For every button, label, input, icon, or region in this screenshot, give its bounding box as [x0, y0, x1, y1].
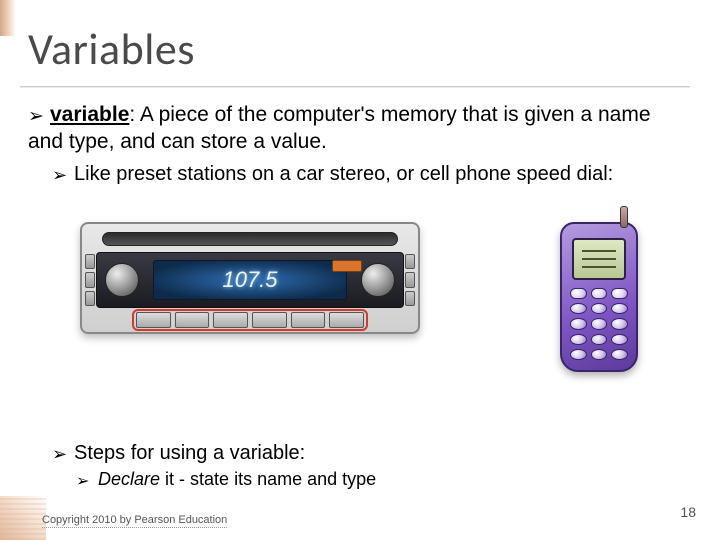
stereo-cd-slot: [102, 232, 398, 246]
stereo-preset-button: [291, 312, 326, 328]
term-variable: variable: [50, 103, 129, 126]
stereo-preset-row: [136, 312, 364, 328]
phone-key: [591, 334, 608, 345]
declare-mid: it: [160, 469, 174, 489]
stereo-knob-right: [361, 263, 395, 297]
phone-nav-key: [611, 288, 628, 299]
phone-key: [570, 303, 587, 314]
copyright-footer: Copyright 2010 by Pearson Education: [42, 514, 227, 528]
analogy-text: Like preset stations on a car stereo, or…: [74, 163, 613, 185]
phone-screen: [572, 238, 626, 280]
bullet-glyph: ➢: [52, 444, 74, 465]
phone-key: [591, 318, 608, 329]
steps-block: ➢Steps for using a variable: ➢Declare it…: [28, 438, 690, 492]
cell-phone-illustration: [560, 222, 638, 372]
declare-rest: - state its name and type: [174, 469, 376, 489]
bullet-steps: ➢Steps for using a variable:: [52, 442, 690, 465]
phone-nav-key: [591, 288, 608, 299]
phone-key: [570, 318, 587, 329]
bullet-variable-def: ➢variable: A piece of the computer's mem…: [28, 102, 690, 156]
stereo-preset-button: [213, 312, 248, 328]
phone-key: [611, 318, 628, 329]
phone-nav-key: [570, 288, 587, 299]
accent-top-left: [0, 0, 16, 36]
stereo-knob-left: [105, 263, 139, 297]
stereo-preset-button: [136, 312, 171, 328]
bullet-glyph: ➢: [76, 471, 98, 491]
page-number: 18: [680, 504, 696, 520]
stereo-display: 107.5: [153, 260, 347, 300]
bullet-analogy: ➢Like preset stations on a car stereo, o…: [52, 162, 690, 188]
title-rule: [20, 86, 690, 87]
bullet-glyph: ➢: [28, 105, 50, 129]
phone-antenna: [620, 206, 628, 228]
phone-key: [570, 349, 587, 360]
phone-key: [591, 349, 608, 360]
stereo-preset-button: [329, 312, 364, 328]
phone-keypad: [570, 288, 628, 360]
declare-emph: Declare: [98, 469, 160, 489]
stereo-left-keys: [85, 254, 95, 306]
stereo-right-keys: [405, 254, 415, 306]
phone-key: [591, 303, 608, 314]
phone-key: [611, 334, 628, 345]
phone-key: [611, 349, 628, 360]
steps-text: Steps for using a variable:: [74, 442, 305, 464]
accent-bottom-left: [0, 496, 46, 540]
stereo-frequency: 107.5: [222, 267, 277, 293]
phone-key: [570, 334, 587, 345]
stereo-preset-button: [175, 312, 210, 328]
car-stereo-illustration: 107.5: [80, 222, 420, 334]
stereo-orange-button: [332, 260, 362, 272]
body-text: ➢variable: A piece of the computer's mem…: [28, 102, 690, 191]
slide-title: Variables: [28, 22, 195, 76]
bullet-glyph: ➢: [52, 164, 74, 187]
slide: Variables ➢variable: A piece of the comp…: [0, 0, 720, 540]
illustration-row: 107.5: [80, 222, 680, 362]
stereo-preset-button: [252, 312, 287, 328]
bullet-declare: ➢Declare it - state its name and type: [76, 469, 690, 490]
phone-key: [611, 303, 628, 314]
